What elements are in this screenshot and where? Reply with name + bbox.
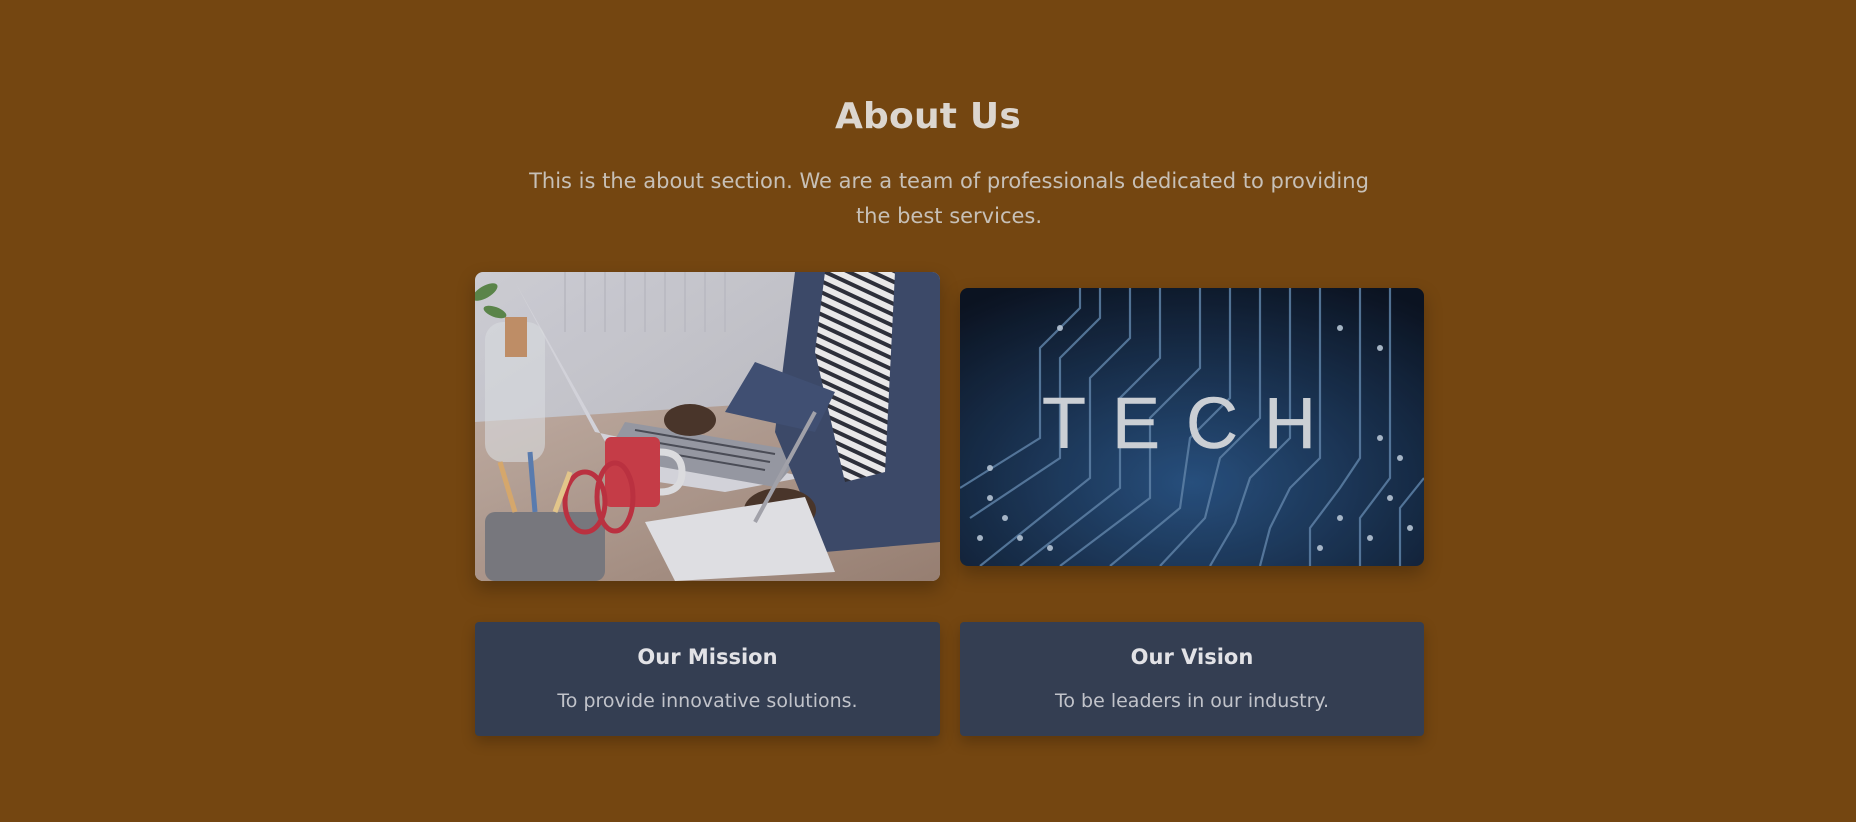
mission-text: To provide innovative solutions. [557, 690, 858, 712]
laptop-workspace-photo [475, 272, 940, 581]
about-title: About Us [835, 96, 1021, 137]
mission-card: Our Mission To provide innovative soluti… [475, 622, 940, 736]
vision-title: Our Vision [1130, 645, 1254, 669]
vision-text: To be leaders in our industry. [1055, 690, 1329, 712]
tech-circuit-board-photo: TECH [960, 288, 1424, 566]
about-section: About Us This is the about section. We a… [0, 0, 1856, 822]
mission-title: Our Mission [637, 645, 778, 669]
about-intro: This is the about section. We are a team… [529, 169, 1369, 228]
vision-card: Our Vision To be leaders in our industry… [960, 622, 1424, 736]
